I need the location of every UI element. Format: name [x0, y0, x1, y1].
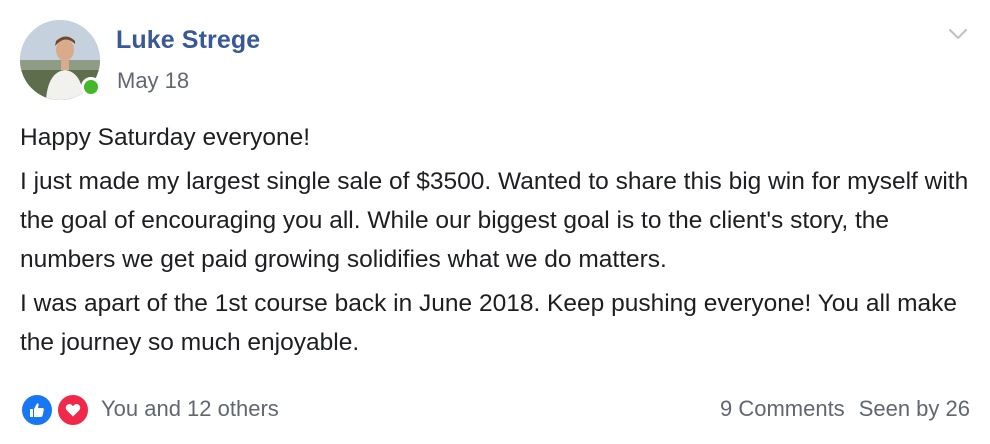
post-header: Luke Strege May 18	[20, 20, 970, 102]
post-paragraph: I just made my largest single sale of $3…	[20, 168, 969, 273]
online-status-indicator	[81, 77, 101, 97]
post-footer: You and 12 others 9 Comments Seen by 26	[20, 390, 970, 430]
reactions-summary[interactable]	[20, 393, 96, 427]
feed-post: Luke Strege May 18 Happy Saturday everyo…	[0, 0, 990, 444]
author-name[interactable]: Luke Strege	[116, 26, 260, 55]
comments-count-link[interactable]: 9 Comments	[720, 396, 845, 421]
like-icon	[20, 393, 54, 427]
post-paragraph: I was apart of the 1st course back in Ju…	[20, 290, 958, 356]
post-paragraph: Happy Saturday everyone!	[20, 124, 311, 151]
reactions-count-text[interactable]: You and 12 others	[101, 396, 279, 422]
post-options-chevron-down-icon[interactable]	[946, 22, 970, 46]
seen-by-count-link[interactable]: Seen by 26	[859, 396, 970, 421]
love-icon	[56, 393, 90, 427]
post-stats: 9 Comments Seen by 26	[720, 396, 970, 422]
post-body: Happy Saturday everyone! I just made my …	[20, 118, 970, 367]
post-timestamp[interactable]: May 18	[117, 68, 189, 94]
